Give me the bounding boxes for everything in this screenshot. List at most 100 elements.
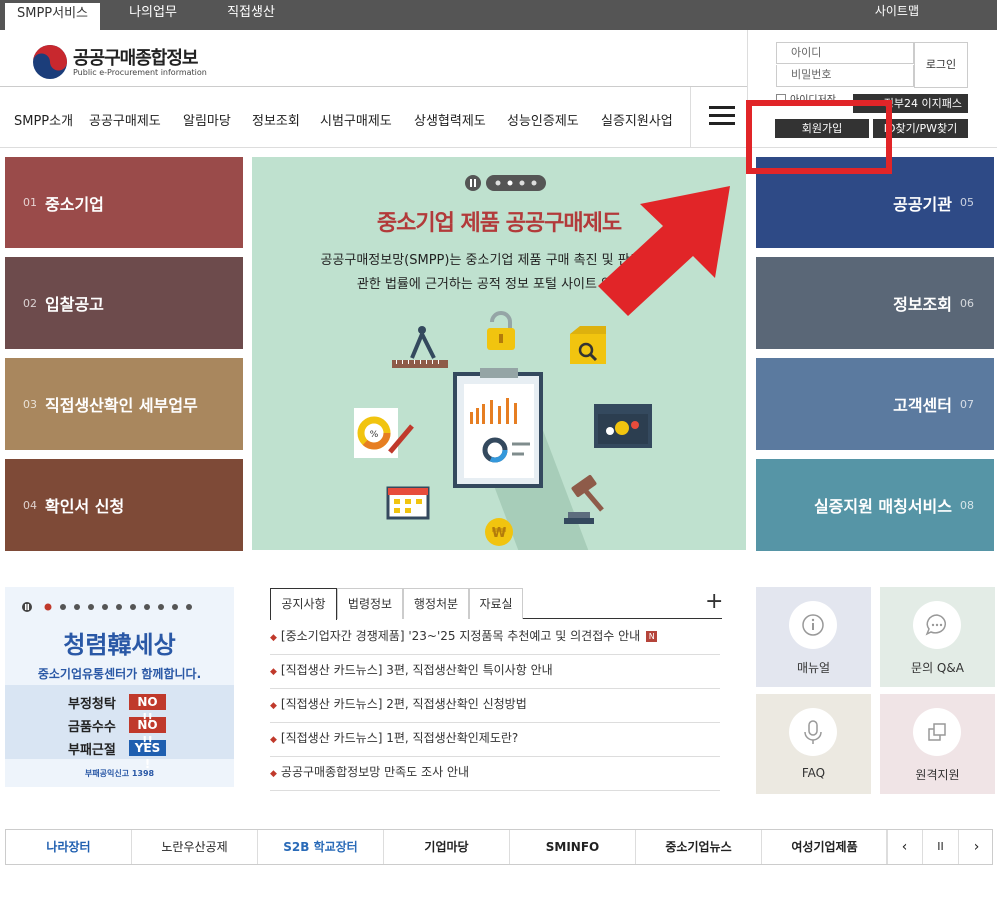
site-logo[interactable]: 공공구매종합정보 Public e-Procurement informatio… (30, 42, 230, 86)
notice-item[interactable]: ◆ [직접생산 카드뉴스] 2편, 직접생산확인 신청방법 (270, 689, 720, 723)
tab-smpp-service[interactable]: SMPP서비스 (5, 0, 100, 30)
notice-text: [직접생산 카드뉴스] 1편, 직접생산확인제도란? (280, 731, 519, 745)
tab-my-work[interactable]: 나의업무 (112, 0, 194, 30)
link-narajangteo[interactable]: 나라장터 (6, 830, 132, 864)
link-bizinfo[interactable]: 기업마당 (384, 830, 510, 864)
tab-notice[interactable]: 공지사항 (270, 588, 337, 620)
sitemap-link[interactable]: 사이트맵 (875, 0, 919, 22)
tile-sme[interactable]: 01 중소기업 (5, 157, 243, 248)
gnb-item-info-search[interactable]: 정보조회 (252, 110, 300, 129)
tile-label: 정보조회 (893, 295, 952, 314)
link-sme-news[interactable]: 중소기업뉴스 (636, 830, 762, 864)
mic-icon (789, 708, 837, 756)
tile-certificate-apply[interactable]: 04 확인서 신청 (5, 459, 243, 551)
bullet-icon: ◆ (270, 769, 277, 779)
tile-label: 고객센터 (893, 396, 952, 415)
notice-tabs: 공지사항 법령정보 행정처분 자료실 + (270, 587, 723, 620)
promo-row-text: 부정청탁 (68, 697, 116, 712)
tile-number: 04 (23, 498, 37, 512)
quick-remote-support[interactable]: 원격지원 (880, 694, 995, 794)
svg-text:₩: ₩ (492, 526, 507, 541)
tile-number: 02 (23, 296, 37, 310)
more-plus-icon[interactable]: + (705, 589, 723, 614)
notice-text: [직접생산 카드뉴스] 3편, 직접생산확인 특이사항 안내 (280, 663, 553, 677)
tile-customer-center[interactable]: 고객센터 07 (756, 358, 994, 450)
notice-item[interactable]: ◆ [중소기업자간 경쟁제품] '23~'25 지정품목 추천예고 및 의견접수 … (270, 621, 720, 655)
tile-number: 06 (960, 296, 974, 310)
quick-manual[interactable]: 매뉴얼 (756, 587, 871, 687)
related-sites-bar: 나라장터 노란우산공제 S2B 학교장터 기업마당 SMINFO 중소기업뉴스 … (5, 829, 993, 865)
banner-illustration: % ₩ (354, 311, 652, 550)
tile-info-search[interactable]: 정보조회 06 (756, 257, 994, 349)
gnb-item-smpp-intro[interactable]: SMPP소개 (14, 110, 73, 129)
gnb-item-notice[interactable]: 알림마당 (183, 110, 231, 129)
notice-item[interactable]: ◆ [직접생산 카드뉴스] 3편, 직접생산확인 특이사항 안내 (270, 655, 720, 689)
highlight-box (746, 100, 892, 174)
quick-label: 원격지원 (915, 768, 960, 782)
quick-label: 문의 Q&A (911, 661, 964, 675)
next-arrow-icon[interactable]: › (958, 830, 994, 864)
chat-icon (913, 601, 961, 649)
quick-qna[interactable]: 문의 Q&A (880, 587, 995, 687)
tile-bid-notice[interactable]: 02 입찰공고 (5, 257, 243, 349)
red-arrow-icon (598, 186, 730, 316)
bullet-icon: ◆ (270, 701, 277, 711)
prev-arrow-icon[interactable]: ‹ (886, 830, 922, 864)
tile-label: 입찰공고 (45, 295, 104, 314)
gnb-item-public-procurement[interactable]: 공공구매제도 (89, 110, 161, 129)
gnb-item-pilot-purchase[interactable]: 시범구매제도 (320, 110, 392, 129)
tile-direct-production-tasks[interactable]: 03 직접생산확인 세부업무 (5, 358, 243, 450)
tile-number: 08 (960, 498, 974, 512)
top-bar: SMPP서비스 나의업무 직접생산 사이트맵 (0, 0, 997, 30)
integrity-promo-banner[interactable]: 청렴韓세상 중소기업유통센터가 함께합니다. 부정청탁 NO !! 금품수수 N… (5, 587, 234, 787)
tile-label: 중소기업 (45, 194, 104, 214)
tab-archive[interactable]: 자료실 (469, 588, 523, 619)
gnb-item-cooperation[interactable]: 상생협력제도 (414, 110, 486, 129)
bullet-icon: ◆ (270, 667, 277, 677)
promo-row-text: 부패근절 (68, 743, 116, 758)
tile-demo-matching[interactable]: 실증지원 매칭서비스 08 (756, 459, 994, 551)
quick-faq[interactable]: FAQ (756, 694, 871, 794)
tab-direct-production[interactable]: 직접생산 (210, 0, 292, 30)
promo-row-text: 금품수수 (68, 720, 116, 735)
new-badge: N (646, 631, 658, 642)
link-women-enterprise[interactable]: 여성기업제품 (762, 830, 888, 864)
notice-item[interactable]: ◆ 공공구매종합정보망 만족도 조사 안내 (270, 757, 720, 791)
gnb-item-demo-support[interactable]: 실증지원사업 (601, 110, 673, 129)
quick-label: FAQ (801, 766, 826, 780)
link-s2b[interactable]: S2B 학교장터 (258, 830, 384, 864)
promo-title: 청렴韓세상 (63, 630, 176, 659)
menu-hamburger-icon[interactable] (690, 87, 748, 147)
logo-subtitle: Public e-Procurement information (73, 68, 207, 77)
tile-number: 05 (960, 196, 974, 209)
tile-label: 실증지원 매칭서비스 (813, 497, 952, 516)
taegeuk-logo-icon (33, 45, 67, 79)
copy-icon (913, 708, 961, 756)
gnb-item-performance-cert[interactable]: 성능인증제도 (507, 110, 579, 129)
quick-label: 매뉴얼 (796, 661, 831, 675)
logo-title: 공공구매종합정보 (73, 48, 198, 69)
banner-pager[interactable] (464, 174, 548, 192)
notice-text: 공공구매종합정보망 만족도 조사 안내 (280, 765, 470, 779)
bullet-icon: ◆ (270, 633, 277, 643)
pause-icon[interactable]: II (922, 830, 958, 864)
tile-label: 확인서 신청 (45, 497, 125, 516)
promo-footer: 부패공익신고 1398 (84, 769, 155, 778)
password-input[interactable]: 비밀번호 (776, 65, 914, 87)
promo-subtitle: 중소기업유통센터가 함께합니다. (37, 667, 202, 681)
tab-law-info[interactable]: 법령정보 (337, 588, 403, 619)
promo-background (5, 602, 234, 759)
id-input[interactable]: 아이디 (776, 42, 914, 64)
info-icon (789, 601, 837, 649)
link-yellow-umbrella[interactable]: 노란우산공제 (132, 830, 258, 864)
svg-text:%: % (370, 430, 379, 440)
notice-text: [직접생산 카드뉴스] 2편, 직접생산확인 신청방법 (280, 697, 527, 711)
login-button[interactable]: 로그인 (914, 42, 968, 88)
tile-label: 직접생산확인 세부업무 (45, 396, 198, 415)
link-sminfo[interactable]: SMINFO (510, 830, 636, 864)
tab-admin-disposition[interactable]: 행정처분 (403, 588, 469, 619)
divider (0, 86, 747, 87)
tile-number: 03 (23, 397, 37, 411)
tile-label: 공공기관 (893, 194, 952, 214)
notice-item[interactable]: ◆ [직접생산 카드뉴스] 1편, 직접생산확인제도란? (270, 723, 720, 757)
